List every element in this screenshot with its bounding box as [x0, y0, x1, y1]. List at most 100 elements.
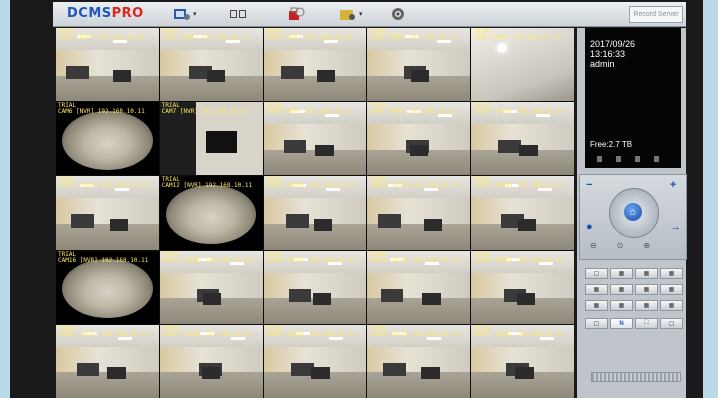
camera-label: TRIAL CAM7 [NVR] 192.168.10.11	[162, 103, 249, 115]
camera-tile[interactable]: TRIAL CAM21 [NVR] 192.168.10.11	[56, 324, 159, 398]
zoom-in-button[interactable]: +	[670, 179, 676, 191]
camera-name: CAM5 [NVR] 192.168.10.11	[473, 34, 560, 41]
camera-name: CAM6 [NVR] 192.168.10.11	[58, 108, 145, 116]
volume-slider[interactable]	[591, 372, 681, 382]
layout-custom1-button[interactable]: ▦	[635, 284, 658, 295]
camera-label: TRIAL CAM23 [NVR] 192.168.10.11	[265, 325, 356, 338]
zoom-minus-icon[interactable]: ⊖	[590, 241, 597, 250]
record-icon	[635, 156, 640, 162]
top-toolbar: DCMSPRO ▾ ▾ Record Server	[53, 2, 686, 27]
normal-view-button[interactable]: N	[610, 318, 633, 329]
camera-name: CAM14 [NVR] 192.168.10.11	[369, 182, 460, 190]
camera-tile[interactable]: TRIAL CAM8 [NVR] 192.168.10.11	[263, 102, 367, 176]
camera-name: CAM16 [NVR] 192.168.10.11	[58, 256, 149, 264]
ptz-control: − + ● → ⌂ ⊖ ⊙ ⊕	[579, 174, 687, 260]
settings-gear-icon	[392, 8, 404, 20]
camera-tile[interactable]: TRIAL CAM25 [NVR] 192.168.10.11	[471, 324, 574, 398]
control-panel: 2017/09/26 13:16:33 admin Free:2.7 TB − …	[577, 28, 687, 398]
layout-5x5-button[interactable]: ▦	[585, 284, 608, 295]
camera-tile[interactable]: TRIAL CAM14 [NVR] 192.168.10.11	[367, 176, 471, 250]
camera-label: TRIAL CAM4 [NVR] 192.168.10.11	[369, 29, 456, 41]
layout-custom6-button[interactable]: ▦	[660, 300, 683, 311]
zoom-out-button[interactable]: −	[586, 179, 592, 191]
camera-tile[interactable]: TRIAL CAM1 [NVR] 192.168.10.11	[56, 28, 159, 102]
camera-name: CAM2 [NVR] 192.168.10.11	[161, 34, 249, 41]
camera-label: TRIAL CAM22 [NVR] 192.168.10.11	[161, 325, 253, 338]
camera-tile[interactable]: TRIAL CAM13 [NVR] 192.168.10.11	[263, 176, 367, 250]
camera-name: CAM11 [NVR] 192.168.10.11	[58, 182, 149, 190]
layout-custom3-button[interactable]: ▦	[585, 300, 608, 311]
alarm-button[interactable]	[287, 5, 305, 23]
camera-name: CAM18 [NVR] 192.168.10.11	[265, 256, 356, 264]
camera-tile[interactable]: TRIAL CAM23 [NVR] 192.168.10.11	[263, 324, 367, 398]
camera-tile[interactable]: TRIAL CAM19 [NVR] 192.168.10.11	[367, 250, 471, 324]
camera-label: TRIAL CAM16 [NVR] 192.168.10.11	[58, 251, 149, 264]
camera-name: CAM24 [NVR] 192.168.10.11	[369, 330, 460, 338]
layout-3x3-button[interactable]: ▦	[635, 268, 658, 279]
camera-label: TRIAL CAM5 [NVR] 192.168.10.11	[473, 29, 560, 41]
camera-label: TRIAL CAM11 [NVR] 192.168.10.11	[58, 177, 148, 189]
camera-label: TRIAL CAM14 [NVR] 192.168.10.11	[369, 177, 459, 189]
camera-label: TRIAL CAM1 [NVR] 192.168.10.11	[58, 29, 145, 41]
settings-button[interactable]	[390, 5, 406, 23]
camera-tile[interactable]: TRIAL CAM10 [NVR] 192.168.10.11	[471, 102, 574, 176]
app-window: DCMSPRO ▾ ▾ Record Server TRIAL CAM1 [NVR…	[10, 0, 703, 398]
camera-tile[interactable]: TRIAL CAM15 [NVR] 192.168.10.11	[471, 176, 574, 250]
camera-tile[interactable]: TRIAL CAM12 [NVR] 192.168.10.11	[159, 176, 263, 250]
camera-label: TRIAL CAM24 [NVR] 192.168.10.11	[369, 325, 460, 338]
camera-tile[interactable]: TRIAL CAM17 [NVR] 192.168.10.11	[159, 250, 263, 324]
camera-name: CAM23 [NVR] 192.168.10.11	[265, 330, 356, 338]
camera-name: CAM19 [NVR] 192.168.10.11	[369, 256, 460, 264]
record-server-button[interactable]: Record Server	[629, 6, 683, 23]
snapshot-button[interactable]: ▢	[660, 318, 683, 329]
camera-tile[interactable]: TRIAL CAM3 [NVR] 192.168.10.11	[263, 28, 367, 102]
layout-custom2-button[interactable]: ▦	[660, 284, 683, 295]
single-view-button[interactable]: ▢	[585, 318, 608, 329]
camera-name: CAM25 [NVR] 192.168.10.11	[473, 330, 564, 338]
camera-settings-icon	[174, 9, 190, 20]
display-layout-button[interactable]	[229, 5, 247, 23]
camera-tile[interactable]: TRIAL CAM7 [NVR] 192.168.10.11	[159, 102, 263, 176]
focus-far-icon[interactable]: →	[670, 221, 681, 233]
camera-tile[interactable]: TRIAL CAM20 [NVR] 192.168.10.11	[471, 250, 574, 324]
zoom-plus-icon[interactable]: ⊕	[643, 241, 650, 250]
camera-tile[interactable]: TRIAL CAM16 [NVR] 192.168.10.11	[56, 250, 159, 324]
layout-6x6-button[interactable]: ▦	[610, 284, 633, 295]
camera-name: CAM20 [NVR] 192.168.10.11	[473, 256, 564, 264]
free-space-text: Free:2.7 TB	[590, 140, 633, 149]
camera-name: CAM17 [NVR] 192.168.10.11	[161, 256, 253, 264]
zoom-reset-icon[interactable]: ⊙	[617, 241, 624, 250]
camera-tile[interactable]: TRIAL CAM22 [NVR] 192.168.10.11	[159, 324, 263, 398]
camera-label: TRIAL CAM20 [NVR] 192.168.10.11	[473, 251, 564, 264]
camera-name: CAM22 [NVR] 192.168.10.11	[161, 330, 253, 338]
camera-tile[interactable]: TRIAL CAM9 [NVR] 192.168.10.11	[367, 102, 471, 176]
playback-button[interactable]: ▾	[339, 5, 363, 23]
layout-row-2: ▦ ▦ ▦ ▦	[585, 284, 683, 295]
camera-label: TRIAL CAM18 [NVR] 192.168.10.11	[265, 251, 356, 264]
fullscreen-button[interactable]: ⛶	[635, 318, 658, 329]
camera-tile[interactable]: TRIAL CAM18 [NVR] 192.168.10.11	[263, 250, 367, 324]
display-layout-icon	[230, 10, 246, 18]
camera-name: CAM13 [NVR] 192.168.10.11	[265, 182, 356, 190]
ptz-home-button[interactable]: ⌂	[624, 203, 642, 221]
camera-name: CAM4 [NVR] 192.168.10.11	[369, 34, 457, 41]
layout-custom5-button[interactable]: ▦	[635, 300, 658, 311]
folder-playback-icon	[340, 10, 355, 20]
layout-1x1-button[interactable]: ▢	[585, 268, 608, 279]
camera-tile[interactable]: TRIAL CAM6 [NVR] 192.168.10.11	[56, 102, 159, 176]
focus-near-icon[interactable]: ●	[586, 221, 593, 233]
camera-tile[interactable]: TRIAL CAM5 [NVR] 192.168.10.11	[471, 28, 574, 102]
camera-settings-button[interactable]: ▾	[173, 5, 197, 23]
camera-tile[interactable]: TRIAL CAM24 [NVR] 192.168.10.11	[367, 324, 471, 398]
layout-custom4-button[interactable]: ▦	[610, 300, 633, 311]
camera-label: TRIAL CAM25 [NVR] 192.168.10.11	[473, 325, 564, 338]
camera-tile[interactable]: TRIAL CAM11 [NVR] 192.168.10.11	[56, 176, 159, 250]
camera-name: CAM9 [NVR] 192.168.10.11	[369, 108, 457, 116]
camera-name: CAM7 [NVR] 192.168.10.11	[161, 108, 249, 116]
layout-4x4-button[interactable]: ▦	[660, 268, 683, 279]
camera-name: CAM1 [NVR] 192.168.10.11	[58, 34, 145, 41]
layout-2x2-button[interactable]: ▦	[610, 268, 633, 279]
camera-tile[interactable]: TRIAL CAM2 [NVR] 192.168.10.11	[159, 28, 263, 102]
camera-tile[interactable]: TRIAL CAM4 [NVR] 192.168.10.11	[367, 28, 471, 102]
camera-label: TRIAL CAM2 [NVR] 192.168.10.11	[162, 29, 249, 41]
